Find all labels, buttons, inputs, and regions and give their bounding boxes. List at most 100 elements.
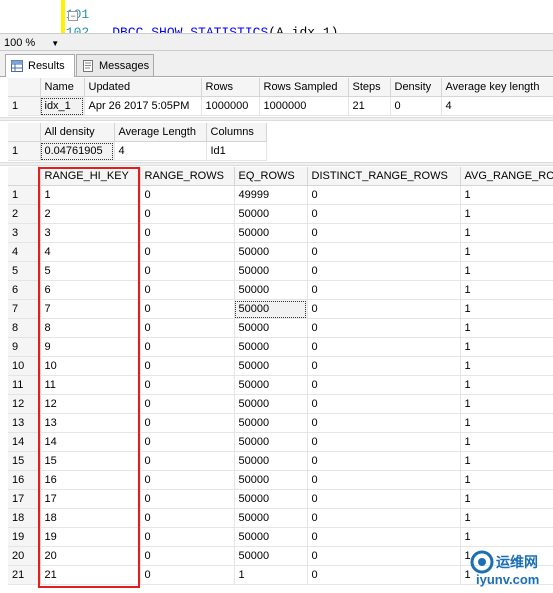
table-row[interactable]: 3 3 0 50000 0 1: [8, 223, 553, 243]
grid-cell[interactable]: 50000: [234, 413, 308, 433]
table-row[interactable]: 5 5 0 50000 0 1: [8, 261, 553, 281]
grid-cell[interactable]: 18: [40, 508, 141, 528]
grid-cell[interactable]: 13: [40, 413, 141, 433]
row-number[interactable]: 15: [8, 451, 41, 471]
table-row[interactable]: 17 17 0 50000 0 1: [8, 489, 553, 509]
grid-cell[interactable]: idx_1: [40, 96, 85, 116]
grid-cell[interactable]: 0: [307, 489, 461, 509]
grid-cell[interactable]: 0: [307, 432, 461, 452]
grid-cell[interactable]: 0: [140, 337, 235, 357]
grid-cell[interactable]: 50000: [234, 242, 308, 262]
grid-cell[interactable]: 17: [40, 489, 141, 509]
table-row[interactable]: 10 10 0 50000 0 1: [8, 356, 553, 376]
grid-cell[interactable]: 0: [307, 185, 461, 205]
grid-cell[interactable]: 50000: [234, 375, 308, 395]
grid-cell[interactable]: 0: [307, 546, 461, 566]
row-number[interactable]: 14: [8, 432, 41, 452]
grid-cell[interactable]: 1: [460, 242, 553, 262]
column-header[interactable]: Rows Sampled: [259, 78, 349, 97]
grid-cell[interactable]: 50000: [234, 508, 308, 528]
row-number[interactable]: 20: [8, 546, 41, 566]
grid-cell[interactable]: 9: [40, 337, 141, 357]
table-row[interactable]: 13 13 0 50000 0 1: [8, 413, 553, 433]
column-header[interactable]: RANGE_ROWS: [140, 167, 235, 186]
table-row[interactable]: 6 6 0 50000 0 1: [8, 280, 553, 300]
row-number[interactable]: 12: [8, 394, 41, 414]
grid-cell[interactable]: 0: [140, 527, 235, 547]
row-number[interactable]: 7: [8, 299, 41, 319]
grid-cell[interactable]: 1000000: [259, 96, 349, 116]
table-row[interactable]: 11 11 0 50000 0 1: [8, 375, 553, 395]
grid-cell[interactable]: 0: [307, 356, 461, 376]
column-header[interactable]: Columns: [206, 123, 267, 142]
table-row[interactable]: 2 2 0 50000 0 1: [8, 204, 553, 224]
grid-cell[interactable]: Id1: [206, 141, 267, 161]
grid-cell[interactable]: 50000: [234, 337, 308, 357]
grid-cell[interactable]: 0: [307, 280, 461, 300]
grid-cell[interactable]: 21: [348, 96, 391, 116]
grid-cell[interactable]: 0: [307, 508, 461, 528]
row-number[interactable]: 1: [8, 96, 41, 116]
grid-cell[interactable]: 1: [460, 413, 553, 433]
row-number[interactable]: 5: [8, 261, 41, 281]
table-row[interactable]: 7 7 0 50000 0 1: [8, 299, 553, 319]
grid-cell[interactable]: 0: [140, 280, 235, 300]
grid-cell[interactable]: 0: [307, 204, 461, 224]
grid-cell[interactable]: 0: [307, 223, 461, 243]
row-number[interactable]: 13: [8, 413, 41, 433]
grid-cell[interactable]: 1000000: [201, 96, 260, 116]
grid-cell[interactable]: 0: [307, 451, 461, 471]
grid-cell[interactable]: 0: [307, 261, 461, 281]
grid-cell[interactable]: 5: [40, 261, 141, 281]
row-number[interactable]: 17: [8, 489, 41, 509]
grid-cell[interactable]: 0: [140, 185, 235, 205]
grid-cell[interactable]: 0: [140, 546, 235, 566]
grid-cell[interactable]: 0: [140, 299, 235, 319]
grid-cell[interactable]: 1: [40, 185, 141, 205]
grid-cell[interactable]: Apr 26 2017 5:05PM: [84, 96, 202, 116]
column-header[interactable]: EQ_ROWS: [234, 167, 308, 186]
row-number[interactable]: 1: [8, 141, 41, 161]
table-row[interactable]: 18 18 0 50000 0 1: [8, 508, 553, 528]
grid-cell[interactable]: 0: [140, 204, 235, 224]
grid-cell[interactable]: 0: [140, 375, 235, 395]
grid-cell[interactable]: 14: [40, 432, 141, 452]
grid-cell[interactable]: 10: [40, 356, 141, 376]
row-number[interactable]: 8: [8, 318, 41, 338]
grid-cell[interactable]: 0: [140, 318, 235, 338]
column-header[interactable]: DISTINCT_RANGE_ROWS: [307, 167, 461, 186]
grid-cell[interactable]: 7: [40, 299, 141, 319]
grid-cell[interactable]: 0: [140, 565, 235, 585]
grid-cell[interactable]: 50000: [234, 546, 308, 566]
grid-cell[interactable]: 1: [460, 451, 553, 471]
grid-cell[interactable]: 8: [40, 318, 141, 338]
grid-cell[interactable]: 21: [40, 565, 141, 585]
table-row[interactable]: 16 16 0 50000 0 1: [8, 470, 553, 490]
histogram-grid[interactable]: RANGE_HI_KEY RANGE_ROWS EQ_ROWS DISTINCT…: [8, 167, 553, 585]
grid-cell[interactable]: 1: [460, 527, 553, 547]
grid-cell[interactable]: 1: [460, 261, 553, 281]
grid-cell[interactable]: 50000: [234, 432, 308, 452]
grid-cell[interactable]: 0: [140, 508, 235, 528]
grid-cell[interactable]: 0: [307, 375, 461, 395]
tab-messages[interactable]: Messages: [76, 54, 154, 76]
grid-cell[interactable]: 50000: [234, 489, 308, 509]
grid-cell[interactable]: 0: [307, 413, 461, 433]
table-row[interactable]: 12 12 0 50000 0 1: [8, 394, 553, 414]
tab-results[interactable]: Results: [5, 54, 75, 77]
grid-cell[interactable]: 49999: [234, 185, 308, 205]
grid-cell[interactable]: 1: [460, 299, 553, 319]
grid-cell[interactable]: 1: [460, 356, 553, 376]
grid-cell[interactable]: 0: [140, 432, 235, 452]
stats-header-grid[interactable]: Name Updated Rows Rows Sampled Steps Den…: [8, 78, 553, 116]
table-row[interactable]: 19 19 0 50000 0 1: [8, 527, 553, 547]
table-row[interactable]: 15 15 0 50000 0 1: [8, 451, 553, 471]
grid-cell[interactable]: 1: [460, 470, 553, 490]
grid-cell[interactable]: 1: [460, 318, 553, 338]
grid-cell[interactable]: 1: [460, 280, 553, 300]
row-number[interactable]: 11: [8, 375, 41, 395]
row-number[interactable]: 1: [8, 185, 41, 205]
collapse-icon[interactable]: −: [68, 11, 78, 21]
grid-cell[interactable]: 50000: [234, 280, 308, 300]
grid-cell[interactable]: 50000: [234, 261, 308, 281]
